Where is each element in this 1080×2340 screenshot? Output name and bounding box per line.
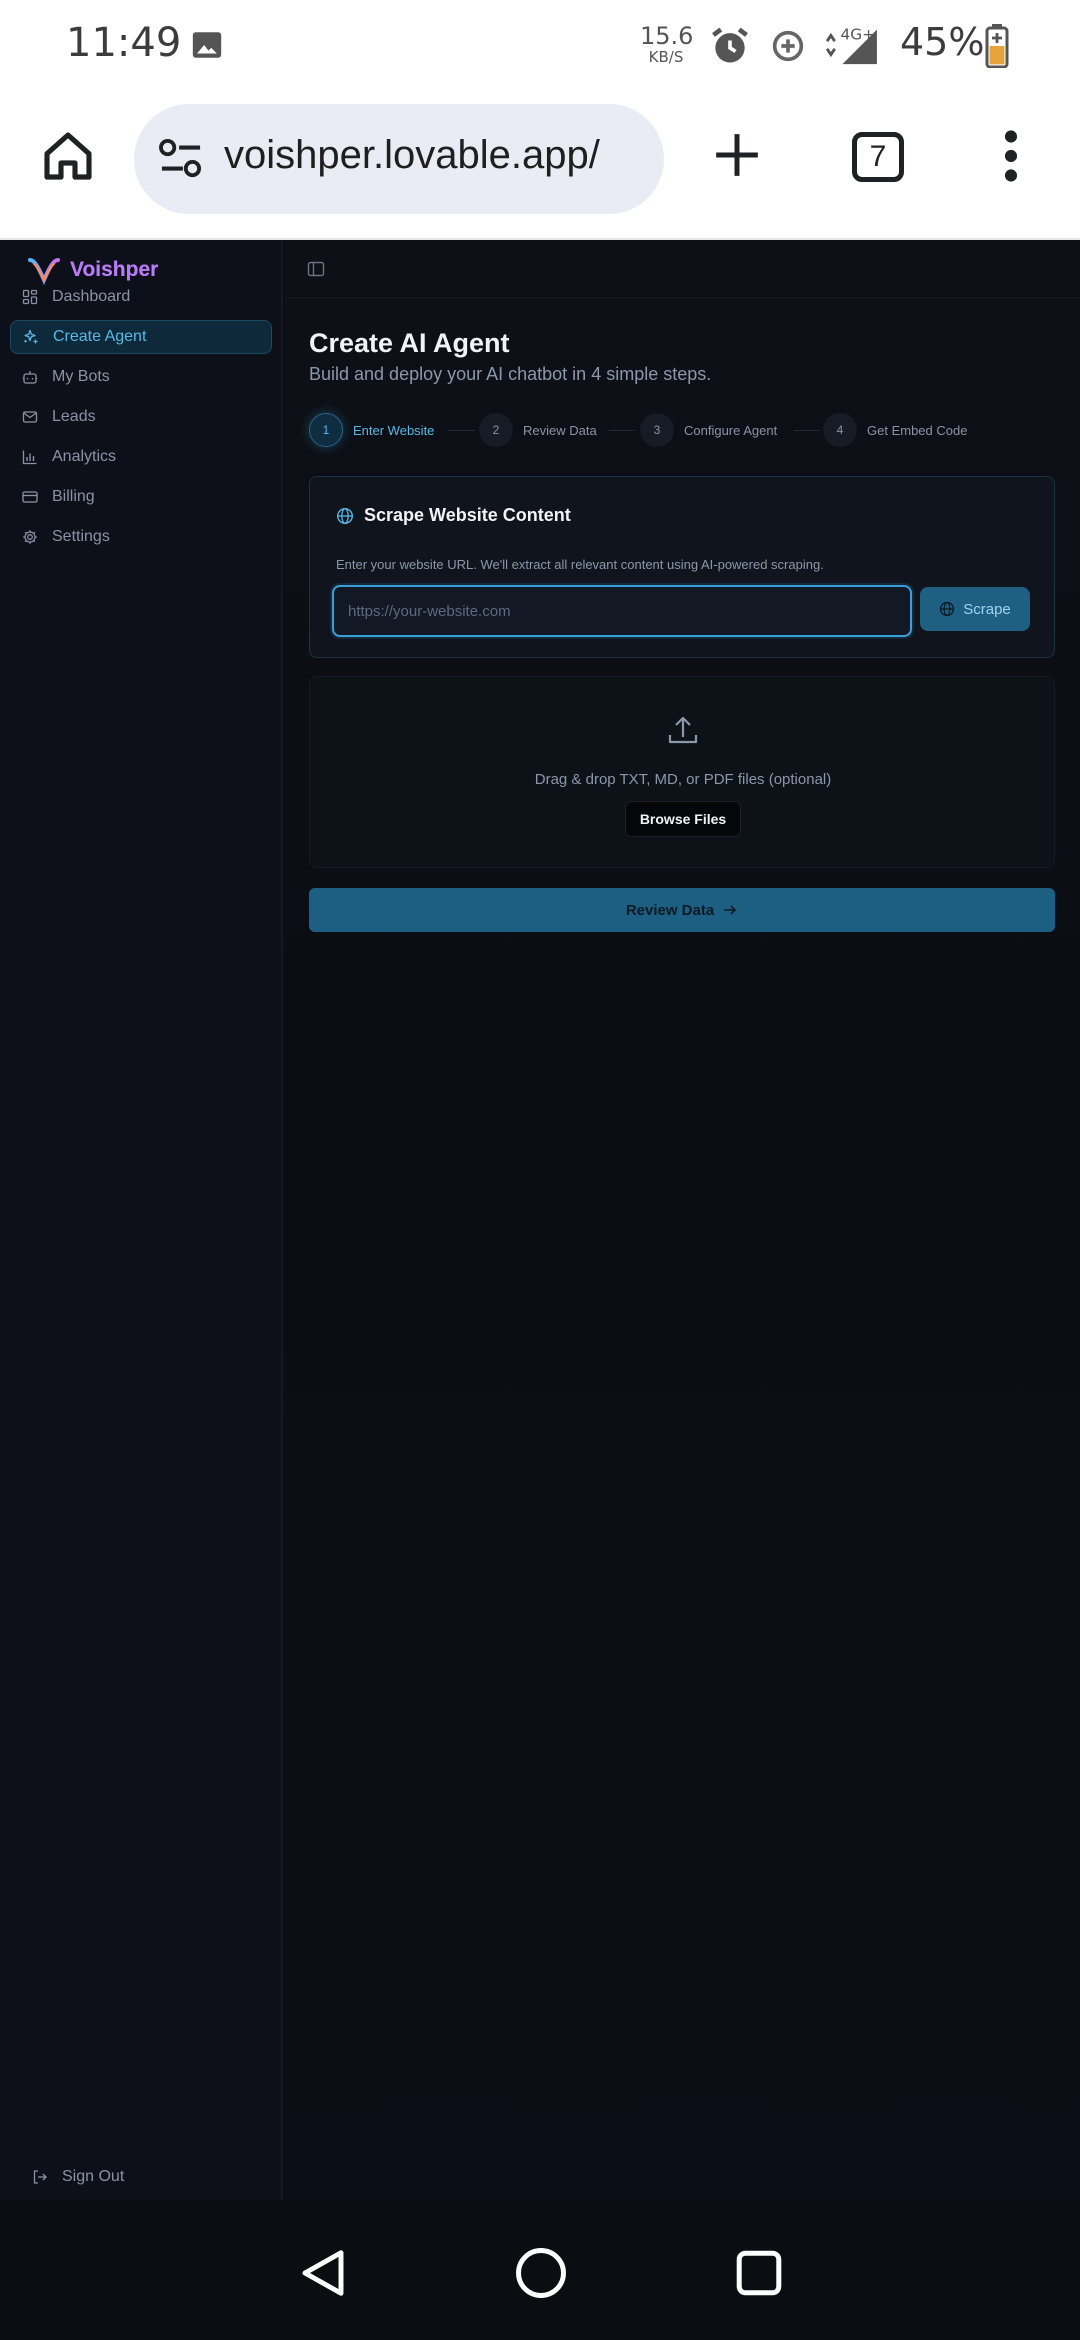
step-connector bbox=[449, 430, 475, 431]
mail-icon bbox=[22, 411, 38, 423]
sidebar-item-label: My Bots bbox=[52, 368, 110, 385]
step-number: 2 bbox=[479, 413, 513, 447]
page-title: Create AI Agent bbox=[309, 328, 510, 358]
battery-charging-icon bbox=[985, 24, 1009, 68]
sign-out-button[interactable]: Sign Out bbox=[32, 2168, 124, 2186]
step-configure-agent[interactable]: 3 Configure Agent bbox=[640, 412, 777, 448]
sidebar-item-label: Billing bbox=[52, 488, 95, 505]
step-connector bbox=[609, 430, 635, 431]
stepper: 1 Enter Website 2 Review Data 3 Configur… bbox=[309, 412, 1049, 448]
scrape-title-text: Scrape Website Content bbox=[364, 505, 571, 525]
sidebar-item-label: Settings bbox=[52, 528, 110, 545]
main-content: Create AI Agent Build and deploy your AI… bbox=[285, 240, 1080, 2200]
app: Voishper Dashboard Create Agent My Bots … bbox=[0, 240, 1080, 2200]
globe-icon bbox=[940, 601, 955, 617]
address-bar[interactable]: voishper.lovable.app/ bbox=[134, 104, 664, 214]
scrape-button-label: Scrape bbox=[963, 600, 1011, 618]
review-data-label: Review Data bbox=[625, 901, 715, 919]
more-options-icon[interactable] bbox=[1000, 130, 1022, 182]
step-label: Get Embed Code bbox=[867, 422, 968, 438]
sidebar-item-label: Create Agent bbox=[53, 328, 147, 345]
scrape-button[interactable]: Scrape bbox=[920, 587, 1030, 631]
home-circle-icon[interactable] bbox=[514, 2246, 568, 2300]
url-text: voishper.lovable.app/ bbox=[224, 133, 600, 177]
arrow-right-icon bbox=[724, 905, 737, 915]
sidebar-item-settings[interactable]: Settings bbox=[10, 520, 272, 554]
browse-files-button[interactable]: Browse Files bbox=[625, 801, 741, 837]
step-label: Enter Website bbox=[353, 422, 435, 438]
signal-4g-icon: 4G+ bbox=[825, 25, 877, 65]
gear-icon bbox=[23, 530, 37, 544]
globe-icon bbox=[336, 507, 354, 524]
sidebar-item-leads[interactable]: Leads bbox=[10, 400, 272, 434]
svg-text:4G+: 4G+ bbox=[841, 25, 875, 43]
battery-percent: 45% bbox=[900, 20, 985, 64]
step-review-data[interactable]: 2 Review Data bbox=[479, 412, 597, 448]
log-out-icon bbox=[33, 2170, 47, 2184]
sparkle-icon bbox=[24, 329, 38, 344]
sidebar-item-label: Leads bbox=[52, 408, 96, 425]
page-subtitle: Build and deploy your AI chatbot in 4 si… bbox=[309, 364, 712, 384]
step-number: 1 bbox=[309, 413, 343, 447]
website-url-input[interactable] bbox=[332, 585, 912, 637]
sidebar-item-label: Analytics bbox=[52, 448, 117, 465]
status-time: 11:49 bbox=[66, 20, 182, 66]
step-label: Review Data bbox=[523, 422, 597, 438]
step-label: Configure Agent bbox=[684, 422, 778, 438]
step-number: 4 bbox=[823, 413, 857, 447]
sidebar-item-label: Dashboard bbox=[52, 288, 131, 305]
credit-card-icon bbox=[22, 491, 38, 503]
status-bar: 11:49 15.6 KB/S 4G+ 45% bbox=[0, 0, 1080, 92]
step-enter-website[interactable]: 1 Enter Website bbox=[309, 412, 434, 448]
site-settings-icon[interactable] bbox=[158, 138, 204, 180]
browser-toolbar: voishper.lovable.app/ 7 bbox=[0, 92, 1080, 240]
sidebar-item-my-bots[interactable]: My Bots bbox=[10, 360, 272, 394]
alarm-icon bbox=[712, 27, 748, 63]
file-dropzone[interactable]: Drag & drop TXT, MD, or PDF files (optio… bbox=[309, 676, 1055, 868]
scrape-description: Enter your website URL. We'll extract al… bbox=[336, 557, 824, 572]
upload-icon bbox=[668, 716, 698, 744]
step-number: 3 bbox=[640, 413, 674, 447]
dashboard-icon bbox=[22, 289, 38, 305]
new-tab-icon[interactable] bbox=[712, 130, 762, 180]
data-saver-icon bbox=[772, 30, 804, 62]
home-icon[interactable] bbox=[40, 128, 96, 184]
sidebar: Voishper Dashboard Create Agent My Bots … bbox=[0, 240, 283, 2200]
bot-icon bbox=[22, 371, 38, 384]
gallery-notification-icon bbox=[192, 32, 222, 58]
network-speed: 15.6 KB/S bbox=[640, 22, 694, 66]
sidebar-item-create-agent[interactable]: Create Agent bbox=[10, 320, 272, 354]
sidebar-item-billing[interactable]: Billing bbox=[10, 480, 272, 514]
brand-name: Voishper bbox=[70, 258, 159, 281]
tab-switcher-button[interactable]: 7 bbox=[852, 132, 904, 182]
review-data-button[interactable]: Review Data bbox=[309, 888, 1055, 932]
step-connector bbox=[794, 430, 820, 431]
sidebar-toggle-icon[interactable] bbox=[307, 260, 325, 278]
dropzone-text: Drag & drop TXT, MD, or PDF files (optio… bbox=[534, 771, 832, 788]
system-navigation-bar bbox=[0, 2200, 1080, 2340]
top-bar bbox=[285, 240, 1080, 298]
recents-icon[interactable] bbox=[734, 2248, 784, 2298]
back-icon[interactable] bbox=[296, 2246, 350, 2300]
step-get-embed-code[interactable]: 4 Get Embed Code bbox=[823, 412, 967, 448]
bar-chart-icon bbox=[22, 450, 37, 465]
sign-out-label: Sign Out bbox=[62, 2168, 125, 2185]
sidebar-item-analytics[interactable]: Analytics bbox=[10, 440, 272, 474]
scrape-card: Scrape Website Content Enter your websit… bbox=[309, 476, 1055, 658]
scrape-card-title: Scrape Website Content bbox=[336, 505, 571, 526]
sidebar-item-dashboard[interactable]: Dashboard bbox=[10, 280, 272, 314]
